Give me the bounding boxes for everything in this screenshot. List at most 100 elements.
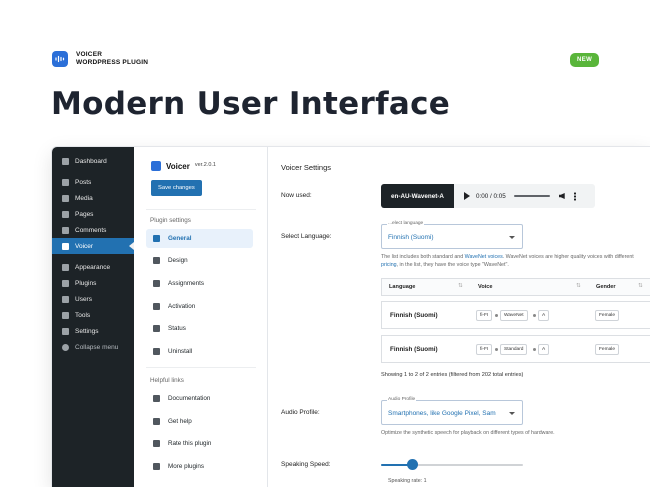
nav-design[interactable]: Design [146, 251, 253, 270]
wp-menu-collapse[interactable]: Collapse menu [52, 339, 134, 355]
voices-table-header: Language ⇅ Voice ⇅ Gender ⇅ [381, 278, 650, 296]
wp-menu-media[interactable]: Media [52, 190, 134, 206]
thumbs-up-icon [153, 440, 160, 447]
sort-icon[interactable]: ⇅ [576, 283, 581, 289]
more-options-icon[interactable] [573, 191, 576, 201]
divider [146, 367, 256, 368]
separator-dot [495, 348, 498, 351]
chevron-down-icon [509, 236, 515, 239]
wp-menu-settings[interactable]: Settings [52, 323, 134, 339]
nav-status[interactable]: Status [146, 319, 253, 338]
audio-profile-help: Optimize the synthetic speech for playba… [381, 430, 555, 436]
link-rate-plugin[interactable]: Rate this plugin [146, 434, 253, 453]
nav-label: Uninstall [168, 348, 193, 355]
info-icon [153, 325, 160, 332]
gender-chip: Female [595, 344, 619, 355]
help-text: , in the list, they have the voice type … [396, 261, 509, 268]
sort-icon[interactable]: ⇅ [638, 283, 643, 289]
nav-activation[interactable]: Activation [146, 297, 253, 316]
audio-profile-select[interactable]: Audio Profile Smartphones, like Google P… [381, 397, 523, 425]
gender-chip: Female [595, 310, 619, 321]
voice-type-chip: Standard [500, 344, 528, 355]
brand-line-2: WORDPRESS PLUGIN [76, 59, 149, 66]
audio-player: en-AU-Wavenet-A 0:00 / 0:05 [381, 184, 595, 208]
voice-variant-chip: A [538, 310, 550, 321]
pages-icon [62, 210, 69, 218]
plugin-version: ver.2.0.1 [194, 161, 216, 168]
link-more-plugins[interactable]: More plugins [146, 457, 253, 476]
wavenet-voices-link[interactable]: WaveNet voices [465, 254, 503, 260]
language-select[interactable]: ...elect language Finnish (Suomi) [381, 221, 523, 249]
nav-label: Rate this plugin [168, 440, 212, 447]
volume-icon[interactable] [558, 193, 565, 199]
link-get-help[interactable]: Get help [146, 412, 253, 431]
nav-label: Status [168, 325, 186, 332]
help-text: . WaveNet voices are higher quality [502, 254, 586, 260]
table-row[interactable]: Finnish (Suomi) fi-FI WaveNet A Female [381, 301, 650, 329]
separator-dot [495, 314, 498, 317]
wp-menu-label: Posts [75, 178, 92, 186]
wp-menu-pages[interactable]: Pages [52, 206, 134, 222]
speaking-speed-label: Speaking Speed: [281, 461, 331, 468]
nav-uninstall[interactable]: Uninstall [146, 342, 253, 361]
wp-menu-label: Pages [75, 210, 94, 218]
column-gender[interactable]: Gender [596, 284, 616, 290]
wp-menu-label: Appearance [75, 263, 111, 271]
wp-menu-label: Dashboard [75, 157, 107, 165]
mail-icon [153, 418, 160, 425]
wp-menu-posts[interactable]: Posts [52, 174, 134, 190]
wp-menu-label: Voicer [75, 242, 94, 250]
language-help-text: The list includes both standard and Wave… [381, 254, 646, 269]
wp-menu-dashboard[interactable]: Dashboard [52, 153, 134, 169]
separator-dot [533, 348, 536, 351]
brush-icon [153, 257, 160, 264]
audio-progress-bar[interactable] [513, 195, 550, 197]
sort-icon[interactable]: ⇅ [458, 283, 463, 289]
wp-admin-sidebar: Dashboard Posts Media Pages Comments Voi… [52, 147, 134, 487]
nav-label: Assignments [168, 280, 205, 287]
audio-profile-label: Audio Profile: [281, 409, 320, 416]
nav-assignments[interactable]: Assignments [146, 274, 253, 293]
media-icon [62, 194, 69, 202]
wp-menu-plugins[interactable]: Plugins [52, 275, 134, 291]
link-documentation[interactable]: Documentation [146, 389, 253, 408]
column-voice[interactable]: Voice [478, 284, 493, 290]
brand-line-1: VOICER [76, 51, 103, 58]
table-entries-info: Showing 1 to 2 of 2 entries (filtered fr… [381, 372, 524, 378]
wp-menu-users[interactable]: Users [52, 291, 134, 307]
nav-label: Get help [168, 418, 192, 425]
new-badge: NEW [570, 53, 600, 67]
play-icon[interactable] [463, 192, 470, 200]
chevron-down-icon [509, 412, 515, 415]
plugin-settings-heading: Plugin settings [150, 217, 191, 224]
nav-label: Activation [168, 303, 196, 310]
wp-menu-tools[interactable]: Tools [52, 307, 134, 323]
language-select-value: Finnish (Suomi) [388, 234, 434, 241]
nav-label: More plugins [168, 463, 205, 470]
wp-menu-label: Comments [75, 226, 107, 234]
wp-menu-appearance[interactable]: Appearance [52, 259, 134, 275]
speaking-speed-slider[interactable] [381, 459, 523, 470]
hero-title: Modern User Interface [51, 86, 451, 122]
wp-menu-label: Settings [75, 327, 99, 335]
store-icon [153, 463, 160, 470]
brand-name: VOICER WORDPRESS PLUGIN [76, 51, 148, 67]
voice-code-chip: fi-FI [476, 344, 493, 355]
now-used-label: Now used: [281, 192, 312, 199]
save-changes-button[interactable]: Save changes [151, 180, 202, 196]
help-text: The list includes both standard and [381, 254, 464, 260]
helpful-links-heading: Helpful links [150, 377, 184, 384]
nav-label: General [168, 235, 192, 242]
wp-menu-comments[interactable]: Comments [52, 222, 134, 238]
table-row[interactable]: Finnish (Suomi) fi-FI Standard A Female [381, 335, 650, 363]
column-language[interactable]: Language [389, 284, 415, 290]
slider-handle[interactable] [407, 459, 418, 470]
wp-menu-voicer[interactable]: Voicer [52, 238, 134, 254]
comments-icon [62, 226, 69, 234]
settings-icon [62, 327, 69, 335]
nav-general[interactable]: General [146, 229, 253, 248]
voicer-logo-icon [151, 161, 161, 171]
brand: VOICER WORDPRESS PLUGIN [52, 51, 148, 67]
pricing-link[interactable]: pricing [381, 262, 397, 268]
collapse-icon [62, 343, 69, 351]
